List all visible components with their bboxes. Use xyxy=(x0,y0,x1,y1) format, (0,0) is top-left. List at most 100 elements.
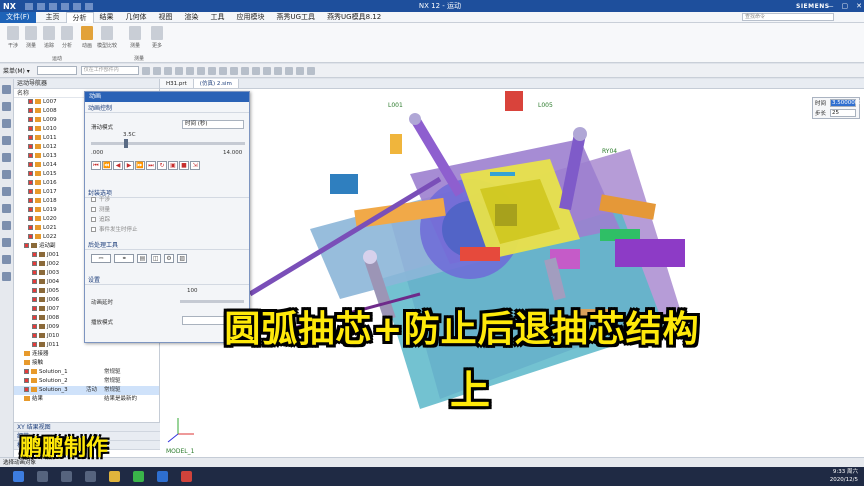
wechat-icon[interactable] xyxy=(133,471,144,482)
media-icon[interactable] xyxy=(181,471,192,482)
maximize-button[interactable]: ▢ xyxy=(842,2,849,10)
checkbox-icon[interactable] xyxy=(28,180,33,185)
pan-icon[interactable] xyxy=(306,66,315,75)
checkbox-icon[interactable] xyxy=(28,234,33,239)
save-icon[interactable] xyxy=(25,2,33,10)
search-icon[interactable] xyxy=(37,471,48,482)
checkbox-icon[interactable] xyxy=(32,288,37,293)
table-tool-icon[interactable]: ▤ xyxy=(137,254,148,263)
checkbox-icon[interactable] xyxy=(32,270,37,275)
checkbox-icon[interactable] xyxy=(28,144,33,149)
menu-home[interactable]: 主页 xyxy=(40,12,66,22)
paste-icon[interactable] xyxy=(85,2,93,10)
process-studio-icon[interactable] xyxy=(2,204,11,213)
view-icon[interactable] xyxy=(273,66,282,75)
checkbox-icon[interactable] xyxy=(28,135,33,140)
trace-tool-icon[interactable]: ⚭ xyxy=(114,254,135,263)
capture-tool-icon[interactable]: ◫ xyxy=(150,254,161,263)
menu-tools[interactable]: 工具 xyxy=(205,12,231,22)
end-point-icon[interactable] xyxy=(207,66,216,75)
nx-app-icon[interactable] xyxy=(157,471,168,482)
step-field[interactable]: 25 xyxy=(830,109,857,117)
option-interference[interactable]: 干涉 xyxy=(91,195,110,203)
checkbox-icon[interactable] xyxy=(24,243,29,248)
checkbox-icon[interactable] xyxy=(24,387,29,392)
fast-forward-icon[interactable]: ⏭ xyxy=(146,161,156,170)
checkbox-icon[interactable] xyxy=(28,108,33,113)
line-icon[interactable] xyxy=(174,66,183,75)
checkbox-icon[interactable] xyxy=(24,378,29,383)
rewind-icon[interactable]: ⏮ xyxy=(91,161,101,170)
checkbox-icon[interactable] xyxy=(32,252,37,257)
loop-icon[interactable]: ↻ xyxy=(157,161,167,170)
checkbox-icon[interactable] xyxy=(28,117,33,122)
checkbox-icon[interactable] xyxy=(24,369,29,374)
slider-mode-select[interactable]: 时间 (秒) xyxy=(182,120,244,129)
checkbox-icon[interactable] xyxy=(28,198,33,203)
palette-icon[interactable] xyxy=(2,255,11,264)
solution-row[interactable]: Solution_1 常规驱 xyxy=(14,368,159,377)
task-view-icon[interactable] xyxy=(61,471,72,482)
menu-analysis[interactable]: 分析 xyxy=(65,11,94,23)
start-icon[interactable] xyxy=(13,471,24,482)
motion-navigator-icon[interactable] xyxy=(2,85,11,94)
settings-tool-icon[interactable]: ⚙ xyxy=(163,254,174,263)
step-forward-icon[interactable]: ⏩ xyxy=(135,161,145,170)
web-browser-icon[interactable] xyxy=(2,187,11,196)
mid-point-icon[interactable] xyxy=(218,66,227,75)
checkbox-icon[interactable] xyxy=(28,216,33,221)
folder-icon[interactable] xyxy=(109,471,120,482)
menu-yanxiu-tools[interactable]: 燕秀UG工具 xyxy=(271,12,322,22)
play-icon[interactable]: ▶ xyxy=(124,161,134,170)
option-stop-on-event[interactable]: 事件发生时停止 xyxy=(91,225,138,233)
menu-render[interactable]: 渲染 xyxy=(179,12,205,22)
post-processing-section[interactable]: 后处理工具 xyxy=(85,241,249,250)
animation-button[interactable]: 动画 xyxy=(76,26,98,49)
arc-icon[interactable] xyxy=(196,66,205,75)
analysis-button[interactable]: 分析 xyxy=(56,26,78,49)
file-menu[interactable]: 文件(F) xyxy=(0,11,36,23)
solution-row[interactable]: Solution_2 常规驱 xyxy=(14,377,159,386)
undo-icon[interactable] xyxy=(37,2,45,10)
solution-row[interactable]: Solution_3 常规驱 活动 xyxy=(14,386,159,395)
checkbox-icon[interactable] xyxy=(28,126,33,131)
system-materials-icon[interactable] xyxy=(2,238,11,247)
settings-section[interactable]: 设置 xyxy=(85,276,249,285)
checkbox-icon[interactable] xyxy=(28,189,33,194)
menu-application[interactable]: 应用模块 xyxy=(231,12,271,22)
scope-filter-select[interactable]: 仅在工作部件内 xyxy=(80,66,139,75)
play-reverse-icon[interactable]: ◀ xyxy=(113,161,123,170)
dialog-title[interactable]: 动画 xyxy=(85,92,249,102)
image-tool-icon[interactable]: ▨ xyxy=(177,254,188,263)
model-compare-button[interactable]: 模型比较 xyxy=(96,26,118,49)
chart-tool-icon[interactable]: ⎓ xyxy=(91,254,111,263)
option-trace[interactable]: 追踪 xyxy=(91,215,110,223)
step-back-icon[interactable]: ⏪ xyxy=(102,161,112,170)
pause-icon[interactable]: ▣ xyxy=(168,161,178,170)
time-slider-track[interactable] xyxy=(91,142,245,145)
assembly-navigator-icon[interactable] xyxy=(2,102,11,111)
tab-sim[interactable]: (仿真) 2.sim xyxy=(193,79,239,88)
time-slider-thumb[interactable] xyxy=(124,139,128,148)
cut-icon[interactable] xyxy=(61,2,69,10)
part-navigator-icon[interactable] xyxy=(2,119,11,128)
rotate-icon[interactable] xyxy=(295,66,304,75)
circle-icon[interactable] xyxy=(185,66,194,75)
browser-icon[interactable] xyxy=(85,471,96,482)
time-field[interactable]: 3.5000000 xyxy=(830,99,862,107)
constraint-navigator-icon[interactable] xyxy=(2,136,11,145)
menu-dropdown[interactable]: 菜单(M) ▾ xyxy=(0,66,33,75)
system-clock[interactable]: 9:33 周六 2020/12/5 xyxy=(830,468,858,484)
command-search-input[interactable]: 查找命令 xyxy=(742,13,834,21)
checkbox-icon[interactable] xyxy=(32,279,37,284)
fit-icon[interactable] xyxy=(284,66,293,75)
select-icon[interactable] xyxy=(152,66,161,75)
reuse-library-icon[interactable] xyxy=(2,153,11,162)
checkbox-icon[interactable] xyxy=(28,207,33,212)
option-measure[interactable]: 测量 xyxy=(91,205,110,213)
center-icon[interactable] xyxy=(229,66,238,75)
snap-icon[interactable] xyxy=(141,66,150,75)
menu-results[interactable]: 结果 xyxy=(94,12,120,22)
checkbox-icon[interactable] xyxy=(32,333,37,338)
checkbox-icon[interactable] xyxy=(32,315,37,320)
